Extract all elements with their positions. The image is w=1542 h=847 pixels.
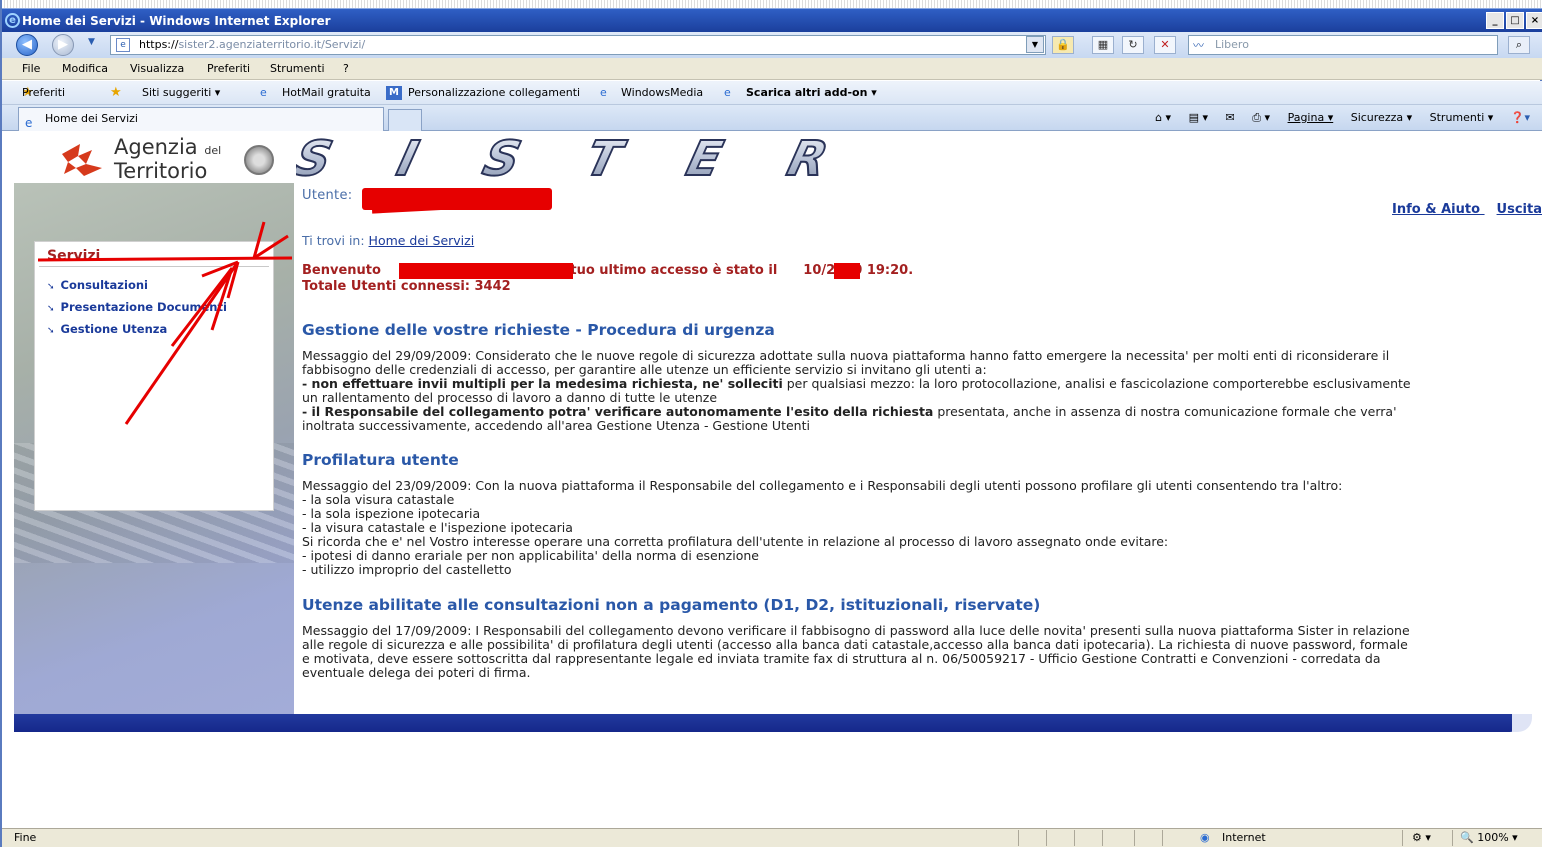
footer-bar (14, 714, 1532, 732)
menu-strumenti-cmd[interactable]: Strumenti ▾ (1430, 111, 1494, 124)
top-links: Info & Aiuto Uscita (1380, 202, 1542, 217)
minimize-button[interactable]: _ (1486, 12, 1504, 29)
info-aiuto-link[interactable]: Info & Aiuto (1392, 202, 1480, 217)
new-tab-button[interactable] (388, 109, 422, 131)
menu-visualizza[interactable]: Visualizza (130, 58, 184, 80)
section-heading: Utenze abilitate alle consultazioni non … (302, 596, 1041, 614)
arrow-bullet-icon: ➘ (47, 282, 55, 292)
url-prefix: https:// (139, 38, 179, 51)
fav-scarica-addon[interactable]: Scarica altri add-on ▾ (746, 81, 877, 105)
user-label: Utente: (302, 188, 353, 203)
menu-help[interactable]: ? (343, 58, 349, 80)
search-provider-icon: 〰 (1193, 39, 1204, 52)
address-field[interactable]: e https://sister2.agenziaterritorio.it/S… (110, 35, 1046, 55)
help-icon[interactable]: ❓▾ (1511, 111, 1530, 124)
url-path: /Servizi/ (321, 38, 366, 51)
print-icon[interactable]: ⎙ ▾ (1252, 111, 1270, 124)
arrow-bullet-icon: ➘ (47, 326, 55, 336)
protected-mode-icon[interactable]: ⚙ ▾ (1412, 829, 1431, 847)
page-content: Agenzia del Territorio SISTER Servizi ➘ C… (14, 131, 1542, 828)
lock-icon[interactable]: 🔒 (1052, 36, 1074, 54)
sidebar-item-consultazioni[interactable]: ➘ Consultazioni (47, 278, 148, 292)
status-bar: Fine ◉ Internet ⚙ ▾ 🔍 100% ▾ (2, 828, 1542, 847)
fav-siti-suggeriti[interactable]: Siti suggeriti ▾ (142, 81, 220, 105)
menu-pagina[interactable]: Pagina ▾ (1288, 111, 1334, 124)
menu-bar: File Modifica Visualizza Preferiti Strum… (2, 58, 1542, 80)
connected-users: Totale Utenti connessi: 3442 (302, 279, 511, 294)
section-text: Messaggio del 17/09/2009: I Responsabili… (302, 623, 1410, 680)
section-heading: Gestione delle vostre richieste - Proced… (302, 321, 775, 339)
breadcrumb: Ti trovi in: Home dei Servizi (302, 233, 475, 248)
address-dropdown-button[interactable]: ▼ (1026, 36, 1044, 53)
window-title: Home dei Servizi - Windows Internet Expl… (22, 14, 331, 28)
refresh-icon[interactable]: ↻ (1122, 36, 1144, 54)
uscita-link[interactable]: Uscita (1497, 202, 1542, 217)
browser-window: e Home dei Servizi - Windows Internet Ex… (0, 0, 1542, 847)
close-button[interactable]: × (1526, 12, 1542, 29)
page-icon: e (116, 38, 130, 52)
url-host: sister2.agenziaterritorio.it (178, 38, 322, 51)
services-title: Servizi (47, 248, 101, 264)
sister-logo: SISTER (296, 135, 844, 181)
fav-hotmail[interactable]: HotMail gratuita (282, 81, 371, 105)
feeds-icon[interactable]: ▤ ▾ (1189, 111, 1208, 124)
fav-personalizzazione[interactable]: Personalizzazione collegamenti (408, 81, 580, 105)
sidebar-item-gestione-utenza[interactable]: ➘ Gestione Utenza (47, 322, 167, 336)
ie-page-icon: e (724, 86, 731, 99)
arrow-bullet-icon: ➘ (47, 304, 55, 314)
favorites-bar: ★ Preferiti ★ Siti suggeriti ▾ e HotMail… (2, 81, 1542, 105)
status-text: Fine (14, 831, 37, 844)
republic-seal-icon (244, 145, 274, 175)
menu-strumenti[interactable]: Strumenti (270, 58, 325, 80)
menu-file[interactable]: File (22, 58, 40, 80)
command-bar: ⌂ ▾ ▤ ▾ ✉ ⎙ ▾ Pagina ▾ Sicurezza ▾ Strum… (1141, 105, 1530, 131)
section-heading: Profilatura utente (302, 451, 459, 469)
internet-zone-icon: ◉ (1200, 831, 1210, 844)
search-icon[interactable]: ⌕ (1508, 36, 1530, 54)
window-controls: _ □ × (1486, 12, 1542, 29)
home-icon[interactable]: ⌂ ▾ (1155, 111, 1171, 124)
divider (39, 266, 269, 267)
ie-logo-icon: e (5, 13, 20, 28)
ie-page-icon: e (260, 86, 267, 99)
svg-text:SISTER: SISTER (296, 135, 843, 181)
search-input[interactable]: 〰 Libero (1188, 35, 1498, 55)
redaction-mark (834, 263, 860, 279)
tab-home-servizi[interactable]: e Home dei Servizi (18, 107, 384, 131)
menu-sicurezza[interactable]: Sicurezza ▾ (1351, 111, 1412, 124)
forward-button[interactable]: ▶ (52, 34, 74, 56)
redaction-mark (399, 263, 573, 279)
sidebar-background: Servizi ➘ Consultazioni ➘ Presentazione Do… (14, 183, 294, 714)
sidebar-item-presentazione-documenti[interactable]: ➘ Presentazione Documenti (47, 300, 227, 314)
tab-label: Home dei Servizi (45, 112, 138, 125)
tab-bar: e Home dei Servizi ⌂ ▾ ▤ ▾ ✉ ⎙ ▾ Pagina … (2, 105, 1542, 131)
mail-icon[interactable]: ✉ (1226, 111, 1235, 124)
menu-modifica[interactable]: Modifica (62, 58, 108, 80)
zone-label: Internet (1222, 831, 1266, 844)
search-placeholder: Libero (1215, 38, 1249, 51)
compatibility-icon[interactable]: ▦ (1092, 36, 1114, 54)
address-toolbar: ◀ ▶ ▼ e https://sister2.agenziaterritori… (2, 32, 1542, 58)
agency-mark-icon (62, 144, 102, 176)
menu-preferiti[interactable]: Preferiti (207, 58, 250, 80)
add-favorite-icon[interactable]: ★ (110, 81, 122, 105)
welcome-message: Benvenuto il tuo ultimo accesso è stato i… (302, 263, 914, 278)
back-button[interactable]: ◀ (16, 34, 38, 56)
stop-icon[interactable]: ✕ (1154, 36, 1176, 54)
zoom-control[interactable]: 🔍 100% ▾ (1460, 829, 1518, 847)
top-stripe (2, 0, 1542, 8)
agency-name: Agenzia del Territorio (114, 135, 222, 183)
ie-page-icon: e (600, 86, 607, 99)
breadcrumb-home-link[interactable]: Home dei Servizi (369, 233, 475, 248)
main-content: Utente: Info & Aiuto Uscita Ti trovi in:… (302, 183, 1542, 713)
section-text: Messaggio del 23/09/2009: Con la nuova p… (302, 478, 1343, 577)
msn-icon: M (386, 86, 402, 100)
title-bar: e Home dei Servizi - Windows Internet Ex… (2, 8, 1542, 32)
maximize-button[interactable]: □ (1506, 12, 1524, 29)
services-menu: Servizi ➘ Consultazioni ➘ Presentazione Do… (34, 241, 274, 511)
history-dropdown-icon[interactable]: ▼ (88, 37, 95, 47)
agency-logo: Agenzia del Territorio (14, 131, 294, 183)
section-text: Messaggio del 29/09/2009: Considerato ch… (302, 348, 1411, 433)
fav-windowsmedia[interactable]: WindowsMedia (621, 81, 703, 105)
